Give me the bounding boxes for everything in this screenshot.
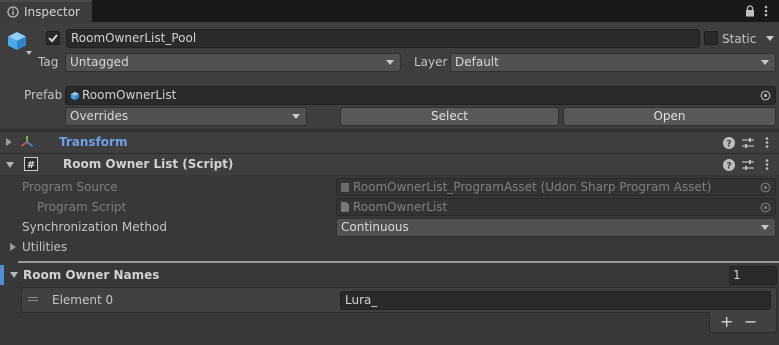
program-asset-icon xyxy=(341,183,349,192)
preset-sliders-icon[interactable] xyxy=(741,158,755,172)
program-script-value: RoomOwnerList xyxy=(353,200,448,214)
more-options-icon[interactable] xyxy=(764,5,768,17)
utilities-label[interactable]: Utilities xyxy=(22,240,67,254)
component-menu-icon[interactable] xyxy=(765,136,769,149)
list-size-field[interactable]: 1 xyxy=(729,266,777,285)
lock-icon[interactable] xyxy=(745,5,755,17)
list-container: Element 0 Lura_ xyxy=(21,287,777,313)
prefab-icon xyxy=(70,91,80,101)
open-button[interactable]: Open xyxy=(563,107,776,126)
tab-inspector[interactable]: Inspector xyxy=(0,0,92,22)
list-title[interactable]: Room Owner Names xyxy=(23,268,159,282)
drag-handle-icon[interactable] xyxy=(28,297,38,298)
info-icon xyxy=(7,6,19,18)
help-icon[interactable]: ? xyxy=(722,158,736,172)
checkmark-icon xyxy=(48,34,58,43)
transform-component-header[interactable]: Transform ? xyxy=(0,131,779,153)
object-name-field[interactable]: RoomOwnerList_Pool xyxy=(66,29,700,48)
program-script-field: RoomOwnerList xyxy=(336,198,776,216)
foldout-down-icon[interactable] xyxy=(6,162,14,168)
program-source-value: RoomOwnerList_ProgramAsset (Udon Sharp P… xyxy=(353,180,712,194)
list-accent-bar xyxy=(0,265,4,285)
script-file-icon xyxy=(341,202,349,212)
gameobject-header: RoomOwnerList_Pool Static Tag Untagged L… xyxy=(0,22,779,130)
remove-element-button[interactable]: − xyxy=(744,312,757,331)
object-picker-icon xyxy=(760,202,771,213)
sync-method-value: Continuous xyxy=(341,220,409,234)
static-label: Static xyxy=(722,32,757,46)
overrides-value: Overrides xyxy=(70,109,129,123)
active-checkbox[interactable] xyxy=(46,31,60,45)
script-title: Room Owner List (Script) xyxy=(63,157,234,171)
help-icon[interactable]: ? xyxy=(722,136,736,150)
icon-dropdown-arrow-icon[interactable] xyxy=(26,51,32,55)
list-item-label: Element 0 xyxy=(52,293,114,307)
chevron-down-icon xyxy=(386,60,394,65)
transform-title: Transform xyxy=(59,135,128,149)
foldout-right-icon[interactable] xyxy=(6,138,12,146)
tag-value: Untagged xyxy=(70,55,129,69)
layer-value: Default xyxy=(455,55,499,69)
svg-text:?: ? xyxy=(726,140,731,150)
list-item-value-field[interactable]: Lura_ xyxy=(340,291,771,310)
object-picker-icon[interactable] xyxy=(760,90,771,101)
program-source-field: RoomOwnerList_ProgramAsset (Udon Sharp P… xyxy=(336,178,776,196)
sync-method-label: Synchronization Method xyxy=(22,220,167,234)
svg-text:#: # xyxy=(27,160,35,171)
layer-dropdown[interactable]: Default xyxy=(450,53,776,72)
script-component-header[interactable]: # Room Owner List (Script) ? xyxy=(0,153,779,175)
overrides-dropdown[interactable]: Overrides xyxy=(65,107,307,126)
static-dropdown-icon[interactable] xyxy=(766,36,774,41)
object-picker-icon xyxy=(760,182,771,193)
tab-label: Inspector xyxy=(24,5,80,19)
prefab-value: RoomOwnerList xyxy=(82,88,177,102)
list-foldout-icon[interactable] xyxy=(10,272,18,278)
layer-label: Layer xyxy=(414,55,448,69)
preset-sliders-icon[interactable] xyxy=(741,136,755,150)
tag-label: Tag xyxy=(38,55,59,69)
prefab-cube-icon xyxy=(8,32,26,50)
utilities-foldout-icon[interactable] xyxy=(10,243,16,251)
chevron-down-icon xyxy=(761,60,769,65)
static-checkbox[interactable] xyxy=(704,31,718,45)
program-source-label: Program Source xyxy=(22,180,118,194)
list-footer: + − xyxy=(709,312,777,333)
section-divider xyxy=(18,261,779,263)
add-element-button[interactable]: + xyxy=(720,312,733,331)
script-hash-icon: # xyxy=(24,157,38,171)
transform-icon xyxy=(21,136,33,147)
tab-bar: Inspector xyxy=(0,0,779,22)
prefab-field[interactable]: RoomOwnerList xyxy=(65,86,776,105)
component-menu-icon[interactable] xyxy=(765,158,769,171)
chevron-down-icon xyxy=(761,225,769,230)
chevron-down-icon xyxy=(292,114,300,119)
svg-text:?: ? xyxy=(726,162,731,172)
prefab-label: Prefab xyxy=(24,88,63,102)
program-script-label: Program Script xyxy=(37,200,127,214)
tag-dropdown[interactable]: Untagged xyxy=(65,53,401,72)
sync-method-dropdown[interactable]: Continuous xyxy=(336,218,776,237)
select-button[interactable]: Select xyxy=(340,107,559,126)
